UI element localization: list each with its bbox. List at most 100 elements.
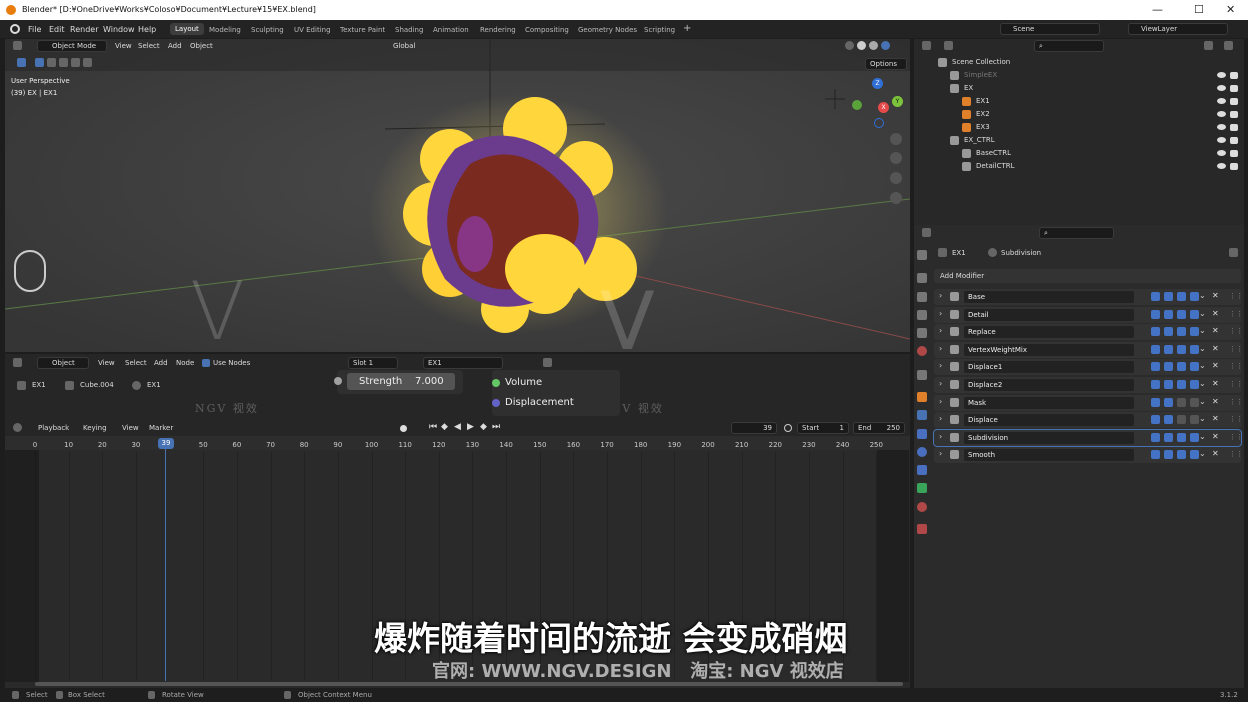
expand-chevron-icon[interactable]: ›: [939, 309, 942, 318]
remove-modifier-icon[interactable]: ✕: [1212, 449, 1219, 458]
outliner-row[interactable]: BaseCTRL: [914, 147, 1244, 160]
scene-selector[interactable]: Scene: [1000, 23, 1100, 35]
select-mode-intersect-icon[interactable]: [83, 58, 92, 67]
render-camera-icon[interactable]: [1230, 98, 1238, 105]
cage-icon[interactable]: [1164, 327, 1173, 337]
render-icon[interactable]: [1190, 415, 1199, 425]
modifier-menu-chevron-icon[interactable]: ⌄: [1199, 361, 1206, 370]
modifier-name-field[interactable]: Displace2: [964, 379, 1134, 391]
data-tab-icon[interactable]: [917, 483, 927, 493]
options-dropdown[interactable]: Options: [865, 58, 907, 70]
blender-menu-icon[interactable]: [10, 24, 20, 34]
displacement-socket[interactable]: [492, 399, 500, 407]
outliner-row[interactable]: EX_CTRL: [914, 134, 1244, 147]
tab-compositing[interactable]: Compositing: [525, 26, 569, 34]
remove-modifier-icon[interactable]: ✕: [1212, 397, 1219, 406]
modifier-name-field[interactable]: Detail: [964, 308, 1134, 321]
display-mode-icon[interactable]: [944, 41, 953, 50]
realtime-icon[interactable]: [1177, 292, 1186, 301]
minimize-button[interactable]: —: [1152, 3, 1163, 16]
drag-handle-icon[interactable]: ⋮⋮: [1229, 310, 1243, 318]
render-camera-icon[interactable]: [1230, 72, 1238, 79]
modifier-menu-chevron-icon[interactable]: ⌄: [1199, 449, 1206, 458]
realtime-icon[interactable]: [1177, 432, 1186, 442]
expand-chevron-icon[interactable]: ›: [939, 449, 942, 458]
outliner-row[interactable]: SimpleEX: [914, 69, 1244, 82]
viewport-menu-add[interactable]: Add: [168, 42, 182, 50]
drag-handle-icon[interactable]: ⋮⋮: [1229, 345, 1243, 353]
constraints-tab-icon[interactable]: [917, 465, 927, 475]
modifier-menu-chevron-icon[interactable]: ⌄: [1199, 326, 1206, 335]
tool-tab-icon[interactable]: [917, 250, 927, 260]
modifier-menu-chevron-icon[interactable]: ⌄: [1199, 309, 1206, 318]
render-camera-icon[interactable]: [1230, 150, 1238, 157]
outliner-type-icon[interactable]: [922, 41, 931, 50]
modifier-name-field[interactable]: Base: [964, 291, 1134, 303]
modifier-menu-chevron-icon[interactable]: ⌄: [1199, 397, 1206, 406]
edit-mode-icon[interactable]: [1151, 380, 1160, 389]
properties-search[interactable]: ⌕: [1039, 227, 1114, 239]
render-icon[interactable]: [1190, 380, 1199, 389]
gizmo-y-axis[interactable]: Y: [892, 96, 903, 107]
expand-chevron-icon[interactable]: ›: [939, 361, 942, 370]
edit-mode-icon[interactable]: [1151, 397, 1160, 407]
material-tab-icon[interactable]: [917, 502, 927, 512]
play-reverse-icon[interactable]: ◀: [454, 422, 461, 432]
expand-chevron-icon[interactable]: ›: [939, 326, 942, 335]
node-menu-select[interactable]: Select: [125, 359, 147, 367]
drag-handle-icon[interactable]: ⋮⋮: [1229, 415, 1243, 423]
tab-texture-paint[interactable]: Texture Paint: [340, 26, 385, 34]
tab-uv-editing[interactable]: UV Editing: [294, 26, 331, 34]
outliner-row[interactable]: EX1: [914, 95, 1244, 108]
select-mode-extend-icon[interactable]: [47, 58, 56, 67]
menu-window[interactable]: Window: [103, 25, 135, 34]
modifier-menu-chevron-icon[interactable]: ⌄: [1199, 432, 1206, 441]
render-icon[interactable]: [1190, 450, 1199, 460]
edit-mode-icon[interactable]: [1151, 362, 1160, 372]
edit-mode-icon[interactable]: [1151, 432, 1160, 442]
cage-icon[interactable]: [1164, 380, 1173, 389]
modifier-name-field[interactable]: Mask: [964, 396, 1134, 409]
viewport-menu-select[interactable]: Select: [138, 42, 160, 50]
next-keyframe-icon[interactable]: ◆: [480, 422, 487, 432]
navigation-gizmo[interactable]: Z Y X: [852, 78, 904, 128]
cage-icon[interactable]: [1164, 344, 1173, 354]
render-camera-icon[interactable]: [1230, 111, 1238, 118]
shading-wireframe-icon[interactable]: [845, 41, 854, 50]
modifier-name-field[interactable]: VertexWeightMix: [964, 343, 1134, 356]
drag-handle-icon[interactable]: ⋮⋮: [1229, 398, 1243, 406]
scene-tab-icon[interactable]: [917, 328, 927, 338]
edit-mode-icon[interactable]: [1151, 415, 1160, 425]
modifier-name-field[interactable]: Smooth: [964, 449, 1134, 462]
shading-rendered-icon[interactable]: [881, 41, 890, 50]
modifier-menu-chevron-icon[interactable]: ⌄: [1199, 379, 1206, 388]
cage-icon[interactable]: [1164, 432, 1173, 442]
render-icon[interactable]: [1190, 292, 1199, 301]
gizmo-neg-z[interactable]: [874, 118, 884, 128]
drag-handle-icon[interactable]: ⋮⋮: [1229, 327, 1243, 335]
select-mode-invert-icon[interactable]: [71, 58, 80, 67]
current-frame-field[interactable]: 39: [731, 422, 777, 434]
physics-tab-icon[interactable]: [917, 447, 927, 457]
remove-modifier-icon[interactable]: ✕: [1212, 432, 1219, 441]
play-icon[interactable]: ▶: [467, 422, 474, 432]
tab-modeling[interactable]: Modeling: [209, 26, 241, 34]
edit-mode-icon[interactable]: [1151, 327, 1160, 337]
shader-type-select[interactable]: Object: [37, 357, 89, 369]
expand-chevron-icon[interactable]: ›: [939, 344, 942, 353]
modifier-panel[interactable]: › Displace1 ⌄ ✕ ⋮⋮: [934, 359, 1243, 376]
render-icon[interactable]: [1190, 432, 1199, 442]
render-camera-icon[interactable]: [1230, 124, 1238, 131]
realtime-icon[interactable]: [1177, 380, 1186, 389]
realtime-icon[interactable]: [1177, 397, 1186, 407]
modifier-panel[interactable]: › Base ⌄ ✕ ⋮⋮: [934, 289, 1243, 305]
menu-edit[interactable]: Edit: [49, 25, 65, 34]
tab-scripting[interactable]: Scripting: [644, 26, 675, 34]
modifier-tab-icon[interactable]: [917, 410, 927, 420]
remove-modifier-icon[interactable]: ✕: [1212, 361, 1219, 370]
outliner-row[interactable]: EX2: [914, 108, 1244, 121]
node-menu-view[interactable]: View: [98, 359, 115, 367]
tab-sculpting[interactable]: Sculpting: [251, 26, 284, 34]
render-icon[interactable]: [1190, 327, 1199, 337]
texture-tab-icon[interactable]: [917, 524, 927, 534]
